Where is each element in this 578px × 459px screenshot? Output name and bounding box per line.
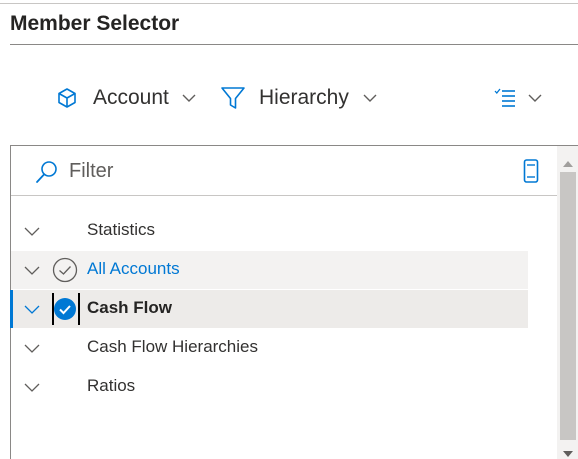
- title-divider: [10, 44, 578, 45]
- mobile-device-icon[interactable]: [523, 159, 539, 183]
- tree-item-label: Cash Flow Hierarchies: [87, 337, 258, 356]
- top-divider: [0, 3, 578, 4]
- hierarchy-dropdown[interactable]: Hierarchy: [220, 80, 379, 116]
- vertical-scrollbar[interactable]: [557, 146, 578, 459]
- partial-check-icon[interactable]: [52, 257, 78, 283]
- chevron-down-icon[interactable]: [23, 300, 41, 318]
- chevron-down-icon[interactable]: [23, 261, 41, 279]
- tree-item-label: All Accounts: [87, 259, 180, 278]
- scrollbar-thumb[interactable]: [560, 172, 576, 440]
- tree-item-cash-flow[interactable]: Cash Flow: [10, 290, 528, 328]
- filter-funnel-icon: [220, 85, 246, 111]
- chevron-down-icon[interactable]: [23, 378, 41, 396]
- page-title: Member Selector: [10, 12, 180, 35]
- tree-item-ratios[interactable]: Ratios: [11, 368, 528, 406]
- member-tree-panel: Statistics All Accounts: [10, 145, 578, 459]
- cube-icon: [55, 86, 79, 110]
- chevron-down-icon[interactable]: [23, 339, 41, 357]
- chevron-down-icon: [526, 89, 544, 107]
- tree-item-all-accounts[interactable]: All Accounts: [11, 251, 528, 289]
- tree-item-cash-flow-hierarchies[interactable]: Cash Flow Hierarchies: [11, 329, 528, 367]
- filter-input[interactable]: [69, 158, 469, 184]
- tree-item-label: Ratios: [87, 376, 136, 395]
- chevron-down-icon: [180, 89, 198, 107]
- toolbar: Account Hierarchy: [0, 80, 578, 116]
- view-options-dropdown[interactable]: [494, 80, 544, 116]
- search-icon: [35, 160, 59, 184]
- selection-indicator: [10, 290, 13, 328]
- checked-circle-icon[interactable]: [54, 298, 76, 320]
- tree-item-statistics[interactable]: Statistics: [11, 212, 528, 250]
- filter-bar: [11, 146, 557, 196]
- scroll-down-arrow-icon[interactable]: [563, 445, 573, 457]
- member-selector-panel: Member Selector Account Hierarchy Filter…: [0, 0, 578, 459]
- scroll-up-arrow-icon[interactable]: [563, 155, 573, 167]
- tree-item-label: Statistics: [87, 220, 156, 239]
- hierarchy-label: Hierarchy: [259, 86, 349, 109]
- chevron-down-icon: [361, 89, 379, 107]
- chevron-down-icon[interactable]: [23, 222, 41, 240]
- dimension-dropdown[interactable]: Account: [55, 80, 198, 116]
- dimension-label: Account: [93, 86, 169, 109]
- tree-item-label: Cash Flow: [87, 298, 173, 317]
- checklist-icon: [494, 87, 516, 109]
